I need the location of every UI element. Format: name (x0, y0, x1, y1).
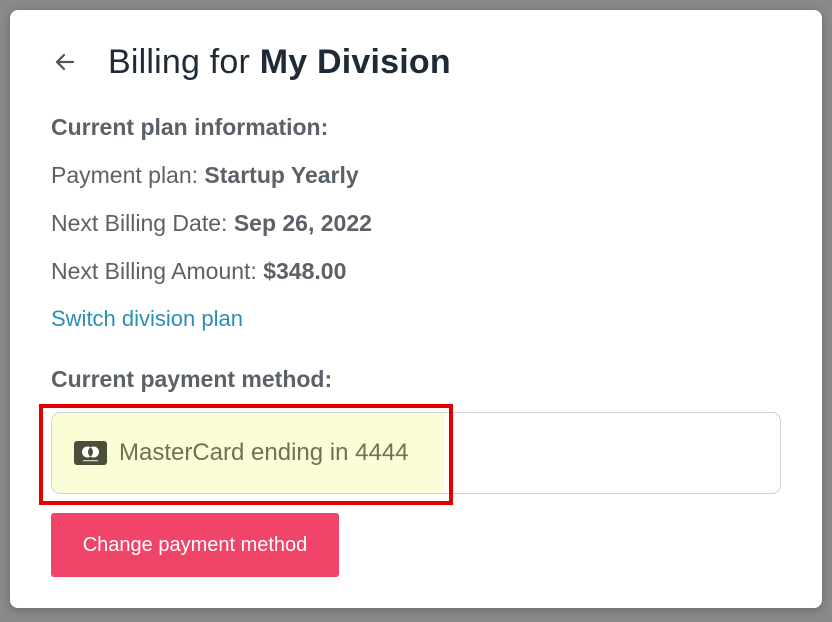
mastercard-icon (74, 441, 107, 465)
payment-method-label: MasterCard ending in 4444 (119, 439, 409, 466)
payment-method-box[interactable]: MasterCard ending in 4444 (51, 412, 781, 494)
title-prefix: Billing for (108, 42, 251, 81)
back-button[interactable] (50, 47, 80, 77)
payment-plan-label: Payment plan: (51, 162, 199, 188)
billing-modal: Billing for My Division Current plan inf… (10, 10, 822, 608)
switch-division-plan-link[interactable]: Switch division plan (51, 306, 243, 332)
next-billing-amount-value: $348.00 (263, 258, 347, 284)
current-payment-heading: Current payment method: (51, 366, 333, 392)
page-title: Billing for My Division (108, 43, 451, 82)
arrow-left-icon (55, 53, 75, 71)
next-billing-amount-label: Next Billing Amount: (51, 258, 257, 284)
payment-plan-value: Startup Yearly (204, 162, 359, 188)
next-billing-date-label: Next Billing Date: (51, 210, 228, 236)
mastercard-logo-icon (82, 446, 99, 462)
modal-header: Billing for My Division (50, 40, 451, 84)
payment-plan-line: Payment plan: Startup Yearly (51, 162, 359, 189)
payment-method-card[interactable]: MasterCard ending in 4444 (52, 413, 444, 493)
change-payment-method-button[interactable]: Change payment method (51, 513, 339, 577)
division-name: My Division (259, 42, 451, 81)
next-billing-amount-line: Next Billing Amount: $348.00 (51, 258, 346, 285)
next-billing-date-value: Sep 26, 2022 (233, 210, 372, 236)
next-billing-date-line: Next Billing Date: Sep 26, 2022 (51, 210, 372, 237)
current-plan-heading: Current plan information: (51, 114, 329, 140)
